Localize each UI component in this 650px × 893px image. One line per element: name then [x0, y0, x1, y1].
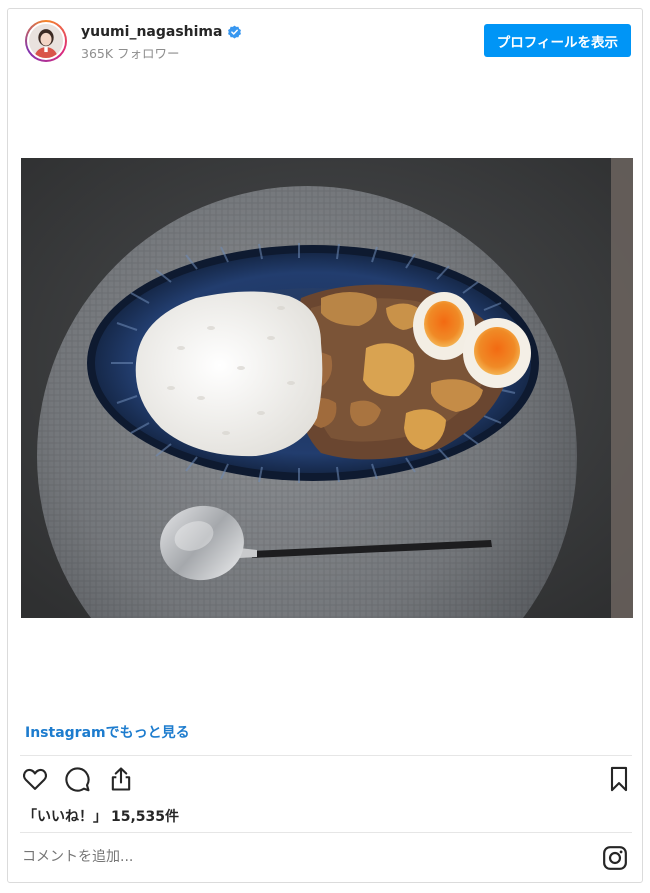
- verified-icon: [228, 25, 242, 38]
- instagram-icon[interactable]: [602, 845, 628, 871]
- likes-number: 15,535件: [111, 809, 180, 825]
- likes-label: 「いいね！」: [23, 809, 107, 825]
- comment-icon[interactable]: [63, 765, 91, 793]
- post-image[interactable]: [21, 158, 633, 618]
- view-more-on-instagram-link[interactable]: Instagramでもっと見る: [25, 722, 190, 742]
- divider: [20, 832, 632, 833]
- divider: [20, 755, 632, 756]
- view-profile-button[interactable]: プロフィールを表示: [483, 24, 631, 57]
- action-bar: [21, 765, 633, 795]
- share-icon[interactable]: [107, 765, 135, 793]
- instagram-embed-card: yuumi_nagashima 365K フォロワー プロフィールを表示 Ins…: [7, 8, 643, 883]
- follower-count: 365K フォロワー: [81, 46, 180, 61]
- post-header: yuumi_nagashima 365K フォロワー プロフィールを表示: [8, 9, 642, 71]
- bookmark-icon[interactable]: [605, 765, 633, 793]
- avatar[interactable]: [25, 20, 67, 62]
- username[interactable]: yuumi_nagashima: [81, 24, 222, 40]
- heart-icon[interactable]: [21, 765, 49, 793]
- comment-input[interactable]: [22, 849, 562, 865]
- like-count[interactable]: 「いいね！」 15,535件: [23, 806, 179, 826]
